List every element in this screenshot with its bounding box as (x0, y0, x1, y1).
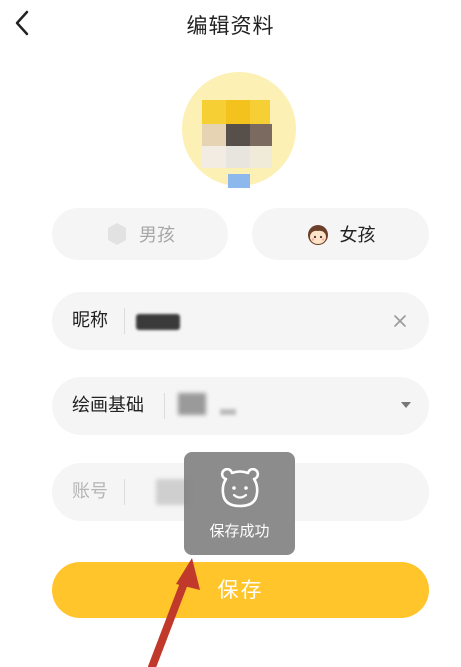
nickname-field[interactable]: 昵称 (52, 292, 429, 350)
field-divider (164, 393, 165, 419)
avatar-image (182, 72, 296, 186)
drawing-level-value-redacted (178, 393, 206, 415)
drawing-level-label: 绘画基础 (72, 395, 144, 416)
drawing-level-value-redacted-2 (220, 409, 236, 415)
clear-icon[interactable] (389, 310, 411, 332)
boy-avatar-icon (108, 223, 126, 245)
field-divider (124, 479, 125, 505)
girl-face-icon (307, 225, 328, 245)
field-divider (124, 308, 125, 334)
gender-girl-button[interactable]: 女孩 (252, 208, 429, 260)
drawing-level-select[interactable]: 绘画基础 (52, 377, 429, 435)
nickname-value-redacted (136, 314, 180, 330)
avatar[interactable] (182, 72, 296, 196)
bear-face-icon (220, 468, 260, 508)
toast: 保存成功 (184, 452, 295, 555)
gender-boy-button[interactable]: 男孩 (52, 208, 228, 260)
gender-boy-label: 男孩 (139, 225, 175, 246)
save-button[interactable]: 保存 (52, 562, 429, 618)
dropdown-caret-icon[interactable] (401, 402, 411, 408)
toast-message: 保存成功 (209, 522, 270, 540)
gender-girl-label: 女孩 (339, 225, 376, 246)
page-title: 编辑资料 (186, 14, 275, 38)
nickname-label: 昵称 (72, 310, 108, 331)
account-label: 账号 (72, 481, 108, 502)
avatar-mosaic-tail (228, 174, 250, 188)
top-bar: 编辑资料 (0, 0, 461, 48)
